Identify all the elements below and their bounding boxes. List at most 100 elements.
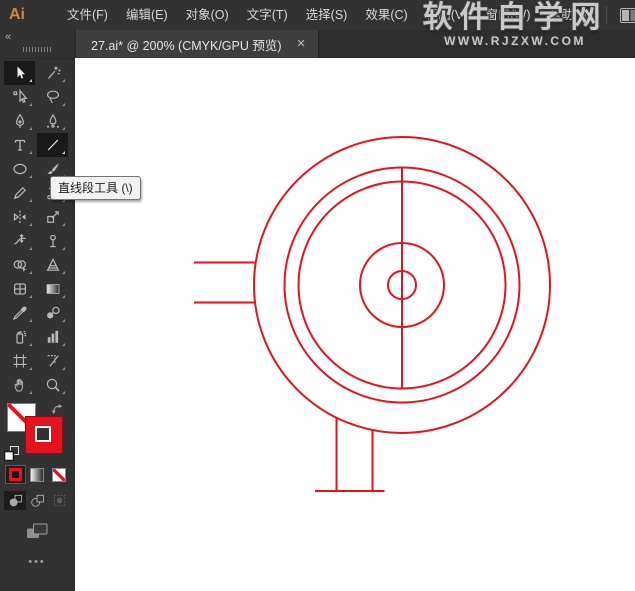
menu-item-0[interactable]: 文件(F) — [58, 0, 117, 30]
artwork-motor-drawing — [74, 58, 635, 591]
magic-wand-icon — [45, 65, 61, 81]
gradient-icon — [45, 281, 61, 297]
none-button[interactable] — [49, 465, 70, 484]
ellipse-tool[interactable] — [4, 157, 35, 181]
shape-builder-tool[interactable] — [4, 253, 35, 277]
paintbrush-icon — [45, 161, 61, 177]
width-tool[interactable] — [4, 229, 35, 253]
eyedropper-icon — [12, 305, 28, 321]
color-button[interactable] — [5, 465, 26, 484]
none-chip-icon — [52, 468, 66, 482]
direct-selection-icon — [12, 89, 28, 105]
tool-tooltip: 直线段工具 (\) — [50, 176, 141, 200]
tools-panel-header: « — [0, 30, 74, 59]
slice-icon — [45, 353, 61, 369]
menu-item-5[interactable]: 效果(C) — [356, 0, 416, 30]
pencil-tool[interactable] — [4, 181, 35, 205]
curvature-icon — [45, 113, 61, 129]
document-tab-title: 27.ai* @ 200% (CMYK/GPU 预览) — [91, 35, 282, 54]
slice-tool[interactable] — [37, 349, 68, 373]
selection-tool[interactable] — [4, 61, 35, 85]
scale-icon — [45, 209, 61, 225]
menu-item-3[interactable]: 文字(T) — [238, 0, 297, 30]
color-chip-icon — [9, 468, 22, 481]
perspective-grid-tool[interactable] — [37, 253, 68, 277]
perspective-grid-icon — [45, 257, 61, 273]
screen-mode-icon[interactable] — [26, 523, 48, 539]
column-graph-icon — [45, 329, 61, 345]
workspace-switcher-icon[interactable] — [620, 8, 635, 23]
puppet-warp-tool[interactable] — [37, 229, 68, 253]
artboard-tool[interactable] — [4, 349, 35, 373]
ellipse-icon — [12, 161, 28, 177]
drawing-mode-buttons — [0, 491, 74, 510]
menubar: Ai 文件(F)编辑(E)对象(O)文字(T)选择(S)效果(C)视图(V)窗口… — [0, 0, 635, 30]
blend-icon — [45, 305, 61, 321]
mesh-tool[interactable] — [4, 277, 35, 301]
type-tool[interactable] — [4, 133, 35, 157]
tools-panel: « — [0, 30, 75, 591]
gradient-button[interactable] — [27, 465, 48, 484]
menu-item-4[interactable]: 选择(S) — [297, 0, 357, 30]
column-graph-tool[interactable] — [37, 325, 68, 349]
swap-fill-stroke-icon[interactable] — [51, 403, 65, 417]
menu-items: 文件(F)编辑(E)对象(O)文字(T)选择(S)效果(C)视图(V)窗口(W)… — [58, 0, 600, 30]
document-tab[interactable]: 27.ai* @ 200% (CMYK/GPU 预览) ✕ — [76, 30, 319, 58]
default-fill-stroke-icon[interactable] — [4, 446, 19, 461]
mesh-icon — [12, 281, 28, 297]
tool-grid — [0, 61, 74, 397]
collapse-panel-icon[interactable]: « — [5, 31, 11, 43]
magic-wand-tool[interactable] — [37, 61, 68, 85]
menu-item-8[interactable]: 帮助(H) — [540, 0, 600, 30]
draw-inside-button[interactable] — [48, 491, 70, 510]
eyedropper-tool[interactable] — [4, 301, 35, 325]
reflect-tool[interactable] — [4, 205, 35, 229]
fill-stroke-widget — [0, 401, 74, 463]
zoom-icon — [45, 377, 61, 393]
line-segment-tool[interactable] — [37, 133, 68, 157]
type-icon — [12, 137, 28, 153]
illustrator-window: Ai 文件(F)编辑(E)对象(O)文字(T)选择(S)效果(C)视图(V)窗口… — [0, 0, 635, 591]
direct-selection-tool[interactable] — [4, 85, 35, 109]
scale-tool[interactable] — [37, 205, 68, 229]
symbol-sprayer-icon — [12, 329, 28, 345]
reflect-icon — [12, 209, 28, 225]
stroke-swatch-red[interactable] — [25, 416, 63, 454]
stroke-swatch-hole — [35, 426, 51, 442]
curvature-tool[interactable] — [37, 109, 68, 133]
close-tab-icon[interactable]: ✕ — [297, 39, 306, 50]
width-icon — [12, 233, 28, 249]
draw-normal-button[interactable] — [4, 491, 26, 510]
selection-icon — [12, 65, 28, 81]
document-tabbar: 27.ai* @ 200% (CMYK/GPU 预览) ✕ — [74, 30, 635, 58]
gradient-tool[interactable] — [37, 277, 68, 301]
zoom-tool[interactable] — [37, 373, 68, 397]
artboard-icon — [12, 353, 28, 369]
lasso-tool[interactable] — [37, 85, 68, 109]
hand-icon — [12, 377, 28, 393]
menubar-divider-right — [606, 6, 607, 24]
hand-tool[interactable] — [4, 373, 35, 397]
puppet-warp-icon — [45, 233, 61, 249]
panel-drag-grip[interactable] — [23, 47, 51, 52]
pencil-icon — [12, 185, 28, 201]
menu-item-1[interactable]: 编辑(E) — [117, 0, 177, 30]
blend-tool[interactable] — [37, 301, 68, 325]
gradient-chip-icon — [30, 468, 44, 482]
app-logo-icon: Ai — [9, 6, 25, 24]
line-segment-icon — [45, 137, 61, 153]
pen-tool[interactable] — [4, 109, 35, 133]
menubar-right — [600, 6, 635, 24]
shape-builder-icon — [12, 257, 28, 273]
symbol-sprayer-tool[interactable] — [4, 325, 35, 349]
menu-item-7[interactable]: 窗口(W) — [476, 0, 539, 30]
menu-item-6[interactable]: 视图(V) — [417, 0, 477, 30]
edit-toolbar-icon[interactable]: ••• — [0, 556, 74, 568]
paint-type-buttons — [0, 465, 74, 484]
menu-item-2[interactable]: 对象(O) — [177, 0, 238, 30]
lasso-icon — [45, 89, 61, 105]
tool-tooltip-text: 直线段工具 (\) — [58, 181, 133, 195]
pen-icon — [12, 113, 28, 129]
draw-behind-button[interactable] — [26, 491, 48, 510]
artboard-canvas[interactable] — [74, 58, 635, 591]
